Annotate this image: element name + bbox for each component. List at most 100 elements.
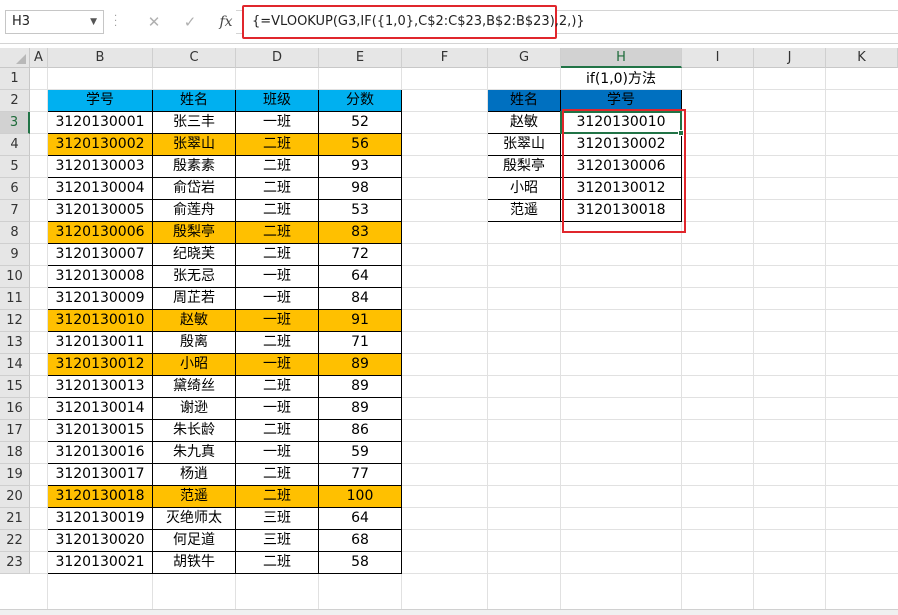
main-table-cell[interactable]: 一班 <box>236 266 319 288</box>
row-header-10[interactable]: 10 <box>0 266 30 288</box>
column-header-f[interactable]: F <box>402 48 488 68</box>
main-table-cell[interactable]: 91 <box>319 310 402 332</box>
main-table-cell[interactable]: 灭绝师太 <box>153 508 236 530</box>
main-table-cell[interactable]: 周芷若 <box>153 288 236 310</box>
main-table-cell[interactable]: 一班 <box>236 398 319 420</box>
main-header-cell[interactable]: 分数 <box>319 90 402 112</box>
main-table-cell[interactable]: 三班 <box>236 530 319 552</box>
main-table-cell[interactable]: 3120130011 <box>48 332 153 354</box>
main-table-cell[interactable]: 二班 <box>236 156 319 178</box>
main-table-cell[interactable]: 二班 <box>236 552 319 574</box>
chevron-down-icon[interactable]: ▼ <box>90 11 97 33</box>
main-table-cell[interactable]: 黛绮丝 <box>153 376 236 398</box>
main-table-cell[interactable]: 3120130020 <box>48 530 153 552</box>
row-header-3[interactable]: 3 <box>0 112 30 134</box>
main-table-cell[interactable]: 二班 <box>236 178 319 200</box>
main-table-cell[interactable]: 100 <box>319 486 402 508</box>
main-table-cell[interactable]: 72 <box>319 244 402 266</box>
row-header-2[interactable]: 2 <box>0 90 30 112</box>
main-table-cell[interactable]: 二班 <box>236 134 319 156</box>
row-header-11[interactable]: 11 <box>0 288 30 310</box>
main-table-cell[interactable]: 52 <box>319 112 402 134</box>
name-box[interactable]: H3 ▼ <box>5 10 104 34</box>
main-table-cell[interactable]: 3120130005 <box>48 200 153 222</box>
row-header-23[interactable]: 23 <box>0 552 30 574</box>
main-table-cell[interactable]: 98 <box>319 178 402 200</box>
row-header-4[interactable]: 4 <box>0 134 30 156</box>
main-table-cell[interactable]: 张翠山 <box>153 134 236 156</box>
main-table-cell[interactable]: 56 <box>319 134 402 156</box>
main-table-cell[interactable]: 二班 <box>236 244 319 266</box>
main-table-cell[interactable]: 殷素素 <box>153 156 236 178</box>
lookup-header-cell[interactable]: 姓名 <box>488 90 561 112</box>
row-header-18[interactable]: 18 <box>0 442 30 464</box>
main-table-cell[interactable]: 二班 <box>236 464 319 486</box>
main-header-cell[interactable]: 班级 <box>236 90 319 112</box>
main-table-cell[interactable]: 一班 <box>236 288 319 310</box>
main-table-cell[interactable]: 二班 <box>236 222 319 244</box>
main-table-cell[interactable]: 谢逊 <box>153 398 236 420</box>
row-header-7[interactable]: 7 <box>0 200 30 222</box>
main-table-cell[interactable]: 二班 <box>236 200 319 222</box>
row-header-6[interactable]: 6 <box>0 178 30 200</box>
main-table-cell[interactable]: 3120130021 <box>48 552 153 574</box>
horizontal-scrollbar[interactable] <box>0 609 898 615</box>
main-table-cell[interactable]: 3120130014 <box>48 398 153 420</box>
main-table-cell[interactable]: 84 <box>319 288 402 310</box>
main-table-cell[interactable]: 59 <box>319 442 402 464</box>
main-table-cell[interactable]: 3120130017 <box>48 464 153 486</box>
main-table-cell[interactable]: 二班 <box>236 486 319 508</box>
main-table-cell[interactable]: 3120130016 <box>48 442 153 464</box>
main-table-cell[interactable]: 3120130004 <box>48 178 153 200</box>
lookup-name-cell[interactable]: 范遥 <box>488 200 561 222</box>
row-header-15[interactable]: 15 <box>0 376 30 398</box>
main-table-cell[interactable]: 朱长龄 <box>153 420 236 442</box>
main-table-cell[interactable]: 86 <box>319 420 402 442</box>
column-header-c[interactable]: C <box>153 48 236 68</box>
main-table-cell[interactable]: 小昭 <box>153 354 236 376</box>
main-table-cell[interactable]: 3120130013 <box>48 376 153 398</box>
column-header-j[interactable]: J <box>754 48 826 68</box>
cancel-button[interactable]: ✕ <box>140 10 168 34</box>
select-all-button[interactable] <box>0 48 30 68</box>
column-header-d[interactable]: D <box>236 48 319 68</box>
main-table-cell[interactable]: 何足道 <box>153 530 236 552</box>
column-header-g[interactable]: G <box>488 48 561 68</box>
main-header-cell[interactable]: 姓名 <box>153 90 236 112</box>
splitter-handle[interactable]: · · · <box>114 12 118 32</box>
main-table-cell[interactable]: 3120130006 <box>48 222 153 244</box>
row-header-16[interactable]: 16 <box>0 398 30 420</box>
main-table-cell[interactable]: 赵敏 <box>153 310 236 332</box>
main-table-cell[interactable]: 93 <box>319 156 402 178</box>
main-table-cell[interactable]: 89 <box>319 376 402 398</box>
column-header-b[interactable]: B <box>48 48 153 68</box>
main-table-cell[interactable]: 二班 <box>236 376 319 398</box>
main-table-cell[interactable]: 3120130018 <box>48 486 153 508</box>
row-header-1[interactable]: 1 <box>0 68 30 90</box>
row-header-17[interactable]: 17 <box>0 420 30 442</box>
row-header-19[interactable]: 19 <box>0 464 30 486</box>
main-table-cell[interactable]: 三班 <box>236 508 319 530</box>
row-header-21[interactable]: 21 <box>0 508 30 530</box>
lookup-name-cell[interactable]: 张翠山 <box>488 134 561 156</box>
main-table-cell[interactable]: 89 <box>319 354 402 376</box>
main-table-cell[interactable]: 58 <box>319 552 402 574</box>
lookup-name-cell[interactable]: 殷梨亭 <box>488 156 561 178</box>
main-table-cell[interactable]: 3120130019 <box>48 508 153 530</box>
row-header-5[interactable]: 5 <box>0 156 30 178</box>
main-table-cell[interactable]: 俞莲舟 <box>153 200 236 222</box>
main-table-cell[interactable]: 纪晓芙 <box>153 244 236 266</box>
main-table-cell[interactable]: 二班 <box>236 332 319 354</box>
main-table-cell[interactable]: 一班 <box>236 310 319 332</box>
row-header-8[interactable]: 8 <box>0 222 30 244</box>
main-table-cell[interactable]: 53 <box>319 200 402 222</box>
main-table-cell[interactable]: 一班 <box>236 112 319 134</box>
main-table-cell[interactable]: 77 <box>319 464 402 486</box>
main-table-cell[interactable]: 71 <box>319 332 402 354</box>
row-header-13[interactable]: 13 <box>0 332 30 354</box>
main-table-cell[interactable]: 殷离 <box>153 332 236 354</box>
main-table-cell[interactable]: 64 <box>319 266 402 288</box>
main-table-cell[interactable]: 3120130003 <box>48 156 153 178</box>
column-header-e[interactable]: E <box>319 48 402 68</box>
main-table-cell[interactable]: 68 <box>319 530 402 552</box>
